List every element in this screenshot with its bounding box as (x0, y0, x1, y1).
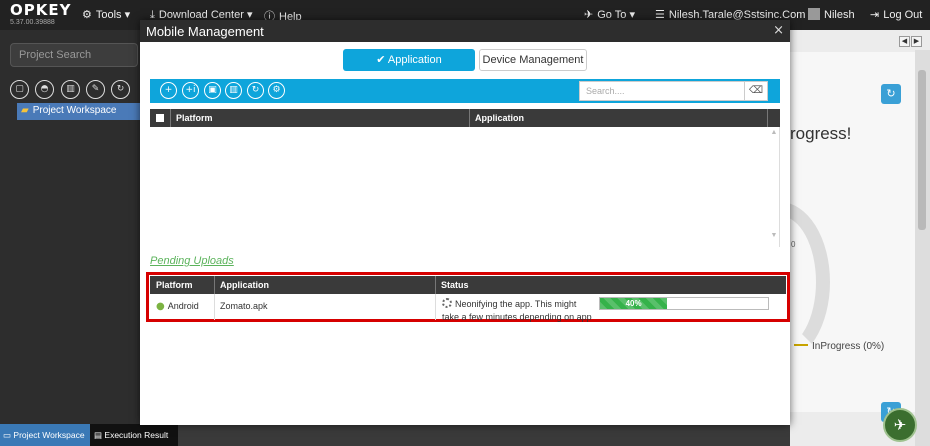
add-version-icon[interactable]: +i (182, 82, 199, 99)
scrollbar[interactable] (915, 50, 930, 446)
arrow-right-icon[interactable]: ▶ (911, 36, 922, 47)
check-icon: ✔ (376, 54, 386, 66)
application-cell: Zomato.apk (220, 301, 268, 311)
column-header-platform: Platform (156, 280, 193, 290)
progress-heading: rogress! (790, 124, 852, 143)
arrow-left-icon[interactable]: ◀ (899, 36, 910, 47)
column-divider (170, 109, 171, 127)
delete-icon[interactable]: ▥ (225, 82, 242, 99)
status-message: Neonifying the app. This might take a fe… (442, 299, 592, 322)
column-header-status: Status (441, 280, 469, 290)
tab-label: Project Workspace (13, 430, 85, 440)
table-row: ● Android Zomato.apk Neonifying the app. … (150, 294, 786, 322)
column-header-platform[interactable]: Platform (176, 113, 213, 123)
refresh-icon[interactable]: ↻ (247, 82, 264, 99)
app-version: 5.37.00.39888 (10, 19, 55, 26)
edit-icon[interactable]: ✎ (86, 80, 105, 99)
column-divider (435, 276, 436, 294)
tab-execution-result[interactable]: ▤ Execution Result (90, 424, 178, 446)
tab-application-management[interactable]: ✔ Application Management (343, 49, 475, 88)
refresh-icon[interactable]: ↻ (881, 84, 901, 104)
scrollbar-thumb[interactable] (918, 70, 926, 230)
select-all-checkbox[interactable] (156, 114, 164, 122)
application-table-body: ▲ ▼ (150, 127, 780, 247)
tree-node-label: Project Workspace (32, 105, 117, 116)
platform-cell: ● Android (156, 301, 199, 312)
tree-node-project-workspace[interactable]: ▰ Project Workspace (17, 103, 140, 120)
status-cell: Neonifying the app. This might take a fe… (442, 298, 592, 324)
tab-label: Execution Result (104, 430, 169, 440)
new-file-icon[interactable]: ▢ (10, 80, 29, 99)
tab-project-workspace[interactable]: ▭ Project Workspace (0, 424, 90, 446)
logo-text: OPKEY (10, 1, 72, 19)
spinner-icon (442, 298, 452, 308)
upload-progress-fill: 40% (600, 298, 668, 309)
mobile-management-dialog: Mobile Management × ✔ Application Manage… (140, 20, 790, 425)
pending-table-header: Platform Application Status (150, 276, 786, 294)
dialog-header: Mobile Management × (140, 20, 790, 42)
dialog-title: Mobile Management (146, 24, 264, 39)
caret-down-icon: ▾ (124, 9, 131, 21)
save-icon[interactable]: ▣ (204, 82, 221, 99)
close-icon[interactable]: × (773, 23, 784, 38)
scrollbar[interactable]: ▲ ▼ (768, 129, 780, 245)
dashboard-card: ↻ rogress! 0 InProgress (0%) (730, 52, 915, 412)
column-divider (214, 294, 215, 320)
open-folder-icon[interactable]: ◓ (35, 80, 54, 99)
user-profile[interactable]: Nilesh (808, 8, 855, 21)
tools-menu[interactable]: ⚙ Tools ▾ (82, 8, 130, 21)
monitor-icon: ▭ (3, 430, 12, 440)
clipboard-icon: ▤ (94, 430, 103, 440)
app-logo[interactable]: OPKEY 5.37.00.39888 (10, 3, 71, 27)
sign-out-icon: ⇥ (870, 8, 880, 21)
plane-fab-button[interactable]: ✈ (883, 408, 917, 442)
pending-uploads-link[interactable]: Pending Uploads (150, 255, 234, 267)
panel-nav-arrows: ◀ ▶ (898, 34, 922, 47)
upload-progress-bar: 40% (599, 297, 769, 310)
android-icon: ● (156, 301, 165, 312)
application-search-input[interactable]: Search.... (579, 81, 745, 101)
column-header-application: Application (220, 280, 269, 290)
legend-label: InProgress (0%) (812, 341, 885, 352)
project-search-input[interactable]: Project Search (10, 43, 138, 67)
column-divider (214, 276, 215, 294)
folder-icon: ▰ (21, 105, 29, 116)
gauge-tick-label: 0 (791, 240, 796, 249)
application-table-header: Platform Application (150, 109, 780, 127)
logout-label: Log Out (883, 9, 923, 21)
column-divider (469, 109, 470, 127)
scroll-up-icon[interactable]: ▲ (768, 129, 780, 136)
eraser-icon[interactable]: ⌫ (744, 81, 768, 101)
delete-icon[interactable]: ▥ (61, 80, 80, 99)
column-divider (435, 294, 436, 320)
column-divider (767, 109, 768, 127)
scroll-down-icon[interactable]: ▼ (768, 232, 780, 239)
user-name: Nilesh (824, 9, 855, 21)
dashboard-panel: ◀▶ ↻ rogress! 0 InProgress (0%) ↻ (730, 30, 930, 446)
cogs-icon: ⚙ (82, 8, 92, 21)
app-toolbar: + +i ▣ ▥ ↻ ⚙ Search.... ⌫ (150, 79, 780, 103)
gauge-legend: InProgress (0%) (794, 341, 884, 352)
pending-uploads-table: Platform Application Status ● Android Zom… (146, 272, 790, 322)
left-panel: Project Search ▢ ◓ ▥ ✎ ↻ ▰ Project Worksp… (0, 30, 140, 446)
settings-icon[interactable]: ⚙ (268, 82, 285, 99)
legend-swatch (794, 344, 808, 346)
tools-label: Tools (95, 9, 122, 21)
add-icon[interactable]: + (160, 82, 177, 99)
refresh-icon[interactable]: ↻ (111, 80, 130, 99)
tab-device-management[interactable]: Device Management (479, 49, 587, 71)
logout-button[interactable]: ⇥ Log Out (870, 8, 922, 21)
platform-value: Android (167, 301, 199, 311)
avatar (808, 8, 820, 20)
column-header-application[interactable]: Application (475, 113, 524, 123)
